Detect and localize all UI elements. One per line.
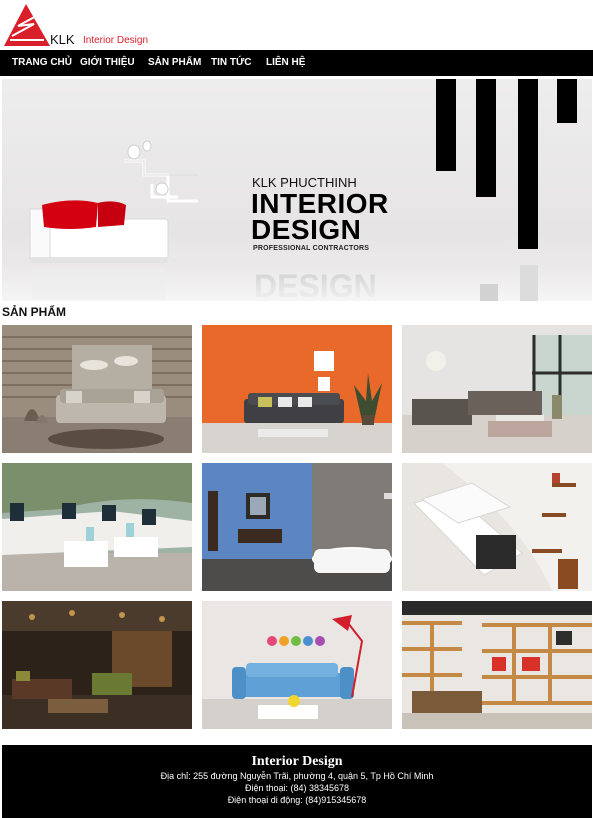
living-room-window-photo-icon	[402, 325, 592, 453]
main-nav: TRANG CHỦ GIỚI THIỆU SẢN PHẨM TIN TỨC LI…	[0, 50, 593, 76]
nav-item-about[interactable]: GIỚI THIỆU	[80, 50, 135, 76]
site-logo[interactable]: KLK Interior Design	[4, 4, 164, 47]
banner-subheading: PROFESSIONAL CONTRACTORS	[253, 245, 370, 252]
footer-address: Địa chỉ: 255 đường Nguyễn Trãi, phường 4…	[160, 771, 434, 781]
site-header: KLK Interior Design	[0, 0, 593, 50]
blue-sofa-red-lamp-photo-icon	[202, 601, 392, 729]
logo-tagline: Interior Design	[83, 35, 149, 46]
outdoor-terrace-photo-icon	[2, 463, 192, 591]
living-room-orange-wall-photo-icon	[202, 325, 392, 453]
living-room-wood-wall-photo-icon	[2, 325, 192, 453]
product-tile-4[interactable]	[2, 463, 192, 591]
product-tile-8[interactable]	[202, 601, 392, 729]
logo-text: KLK	[50, 32, 75, 47]
products-heading: SẢN PHẨM	[2, 305, 67, 319]
product-tile-5[interactable]	[202, 463, 392, 591]
banner-reflection: DESIGN	[254, 268, 377, 301]
product-tile-6[interactable]	[402, 463, 592, 591]
hero-banner: DESIGN KLK PHUCTHINH INTERIOR DESIGN PRO…	[2, 79, 592, 301]
product-tile-9[interactable]	[402, 601, 592, 729]
bathroom-blue-wall-photo-icon	[202, 463, 392, 591]
nav-item-news[interactable]: TIN TỨC	[211, 50, 252, 76]
product-tile-2[interactable]	[202, 325, 392, 453]
dark-lounge-photo-icon	[2, 601, 192, 729]
footer-phone: Điện thoại: (84) 38345678	[244, 783, 350, 793]
banner-heading-line2: DESIGN	[251, 214, 362, 245]
footer-title: Interior Design	[251, 754, 343, 769]
product-tile-1[interactable]	[2, 325, 192, 453]
site-footer: Interior Design Địa chỉ: 255 đường Nguyễ…	[2, 745, 592, 818]
product-tile-3[interactable]	[402, 325, 592, 453]
nav-item-contact[interactable]: LIÊN HỆ	[266, 50, 305, 76]
product-tile-7[interactable]	[2, 601, 192, 729]
logo-triangle-icon	[4, 4, 50, 46]
footer-mobile: Điện thoại di động: (84)915345678	[227, 795, 367, 805]
office-bookshelf-photo-icon	[402, 601, 592, 729]
nav-item-home[interactable]: TRANG CHỦ	[12, 50, 72, 76]
white-sectional-sofa-photo-icon	[402, 463, 592, 591]
nav-item-products[interactable]: SẢN PHẨM	[148, 50, 201, 76]
